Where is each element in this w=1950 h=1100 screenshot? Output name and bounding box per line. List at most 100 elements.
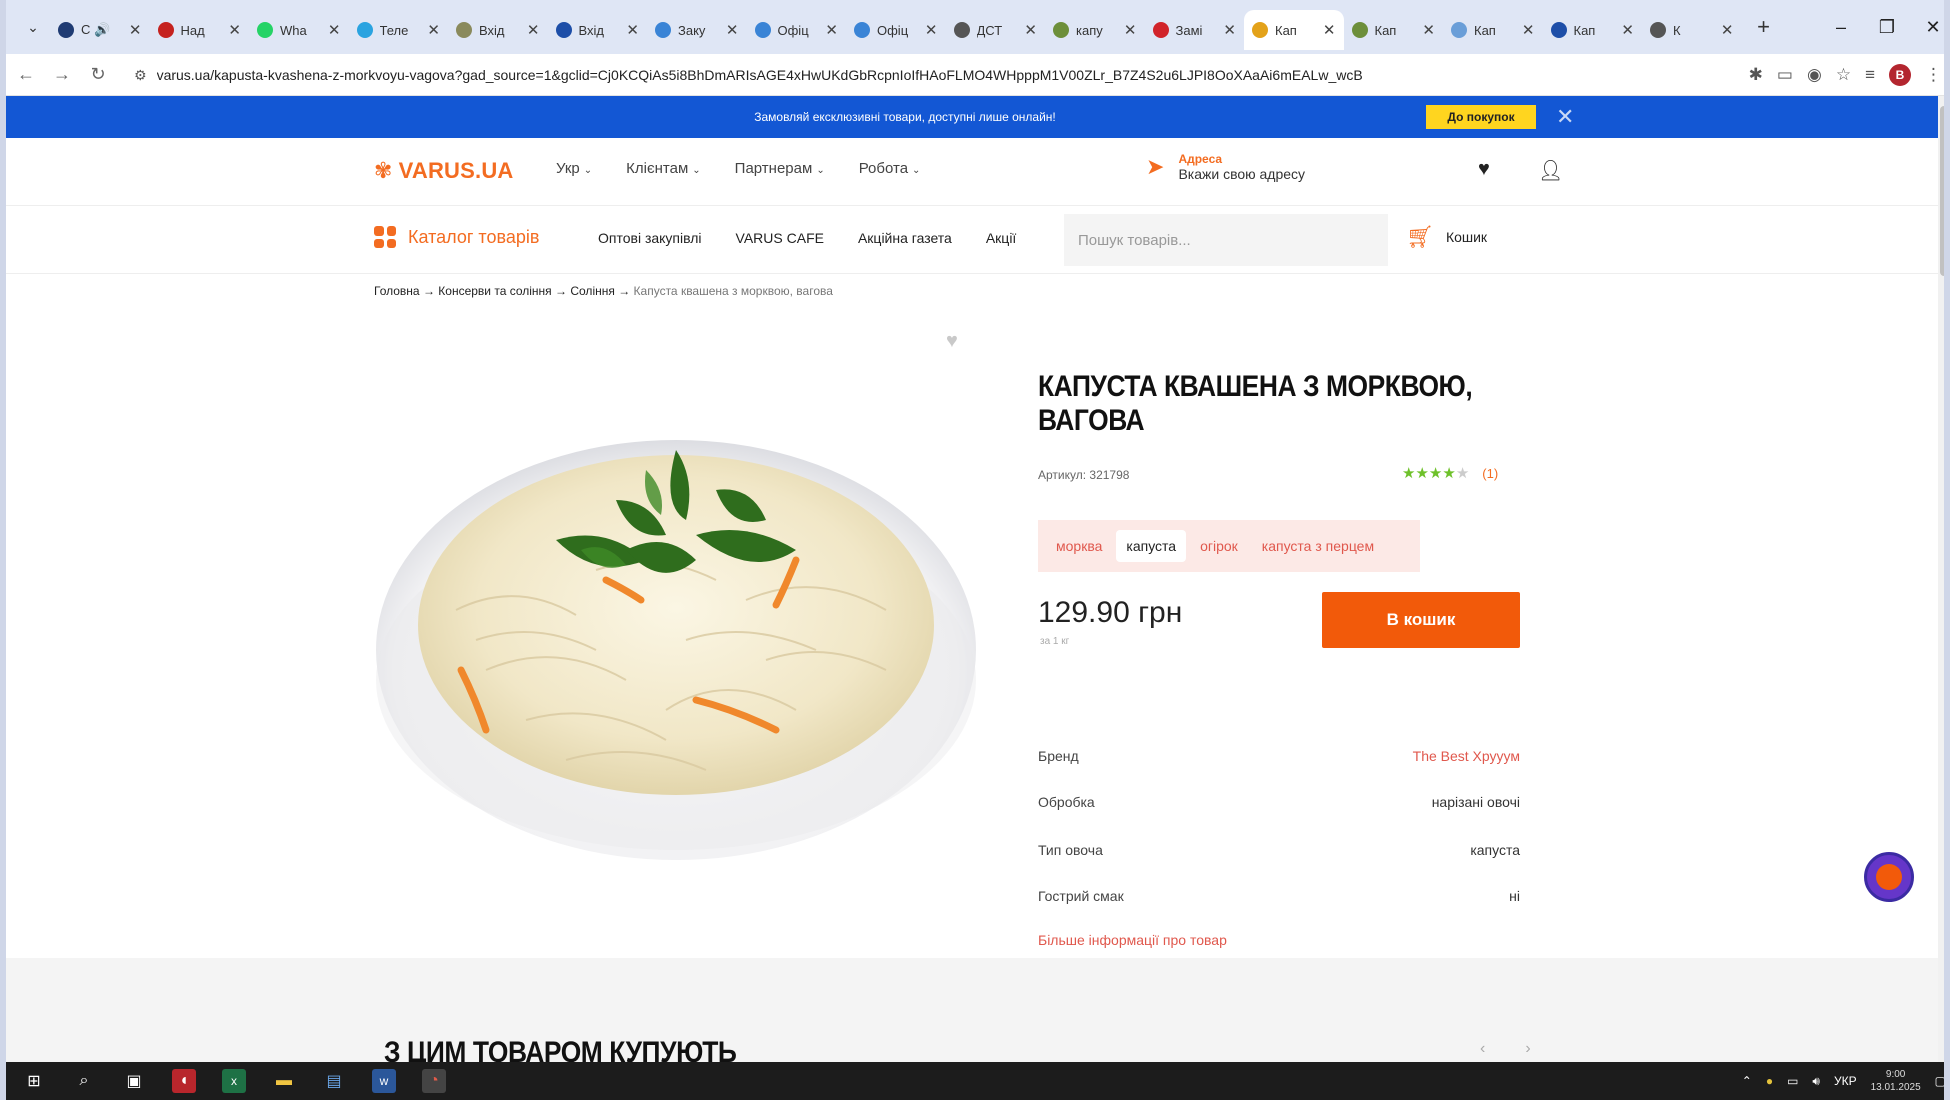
reload-icon[interactable]: ↻ [82,59,114,91]
cart-button[interactable]: 🛒︎ Кошик [1406,224,1487,250]
browser-tab[interactable]: Кап ✕ [1543,10,1643,50]
reading-list-icon[interactable]: ≡ [1865,65,1875,85]
tab-close-icon[interactable]: ✕ [1721,21,1734,39]
tab-close-icon[interactable]: ✕ [925,21,938,39]
menu-partners[interactable]: Партнерам ⌄ [735,160,825,177]
add-to-cart-button[interactable]: В кошик [1322,592,1520,648]
link-wholesale[interactable]: Оптові закупівлі [598,230,702,246]
browser-tab[interactable]: капу ✕ [1045,10,1145,50]
browser-tab[interactable]: Кап ✕ [1244,10,1344,50]
delivery-address[interactable]: ➤ Адреса Вкажи свою адресу [1146,152,1305,182]
link-varus-cafe[interactable]: VARUS CAFE [736,230,824,246]
back-icon[interactable]: ← [10,59,42,91]
tab-close-icon[interactable]: ✕ [726,21,739,39]
menu-clients[interactable]: Клієнтам ⌄ [626,160,701,177]
tab-close-icon[interactable]: ✕ [1422,21,1435,39]
slider-prev-icon[interactable]: ‹ [1480,1040,1485,1058]
link-promo-newspaper[interactable]: Акційна газета [858,230,952,246]
tab-close-icon[interactable]: ✕ [527,21,540,39]
tab-close-icon[interactable]: ✕ [1323,21,1336,39]
volume-icon[interactable]: 🔊︎ [1812,1074,1820,1089]
menu-language[interactable]: Укр ⌄ [556,160,592,177]
language-indicator[interactable]: УКР [1834,1074,1857,1088]
variant-option[interactable]: огірок [1190,530,1248,562]
url-text[interactable]: varus.ua/kapusta-kvashena-z-morkvoyu-vag… [157,67,1363,83]
browser-tab[interactable]: Кап ✕ [1443,10,1543,50]
browser-tab[interactable]: С 🔊 ✕ [50,10,150,50]
breadcrumb-pickles[interactable]: Соління [570,284,615,298]
tab-close-icon[interactable]: ✕ [1124,21,1137,39]
favorites-heart-icon[interactable]: ♥ [1478,158,1490,183]
spec-value[interactable]: The Best Хрууум [1413,748,1520,764]
notifications-icon[interactable]: ▢ [1935,1074,1944,1088]
clock[interactable]: 9:00 13.01.2025 [1871,1068,1921,1094]
search-input[interactable]: Пошук товарів... [1064,214,1388,266]
browser-tab[interactable]: Замі ✕ [1145,10,1245,50]
chrome-icon[interactable]: ◔ [422,1069,446,1093]
breadcrumb-home[interactable]: Головна [374,284,420,298]
word-icon[interactable]: w [372,1069,396,1093]
tab-close-icon[interactable]: ✕ [1024,21,1037,39]
search-icon[interactable]: ⌕ [72,1069,96,1093]
bookmark-star-icon[interactable]: ☆ [1836,65,1851,85]
browser-tab[interactable]: К ✕ [1642,10,1742,50]
tab-close-icon[interactable]: ✕ [129,21,142,39]
browser-tab[interactable]: Вхід ✕ [548,10,648,50]
task-view-icon[interactable]: ▣ [122,1069,146,1093]
browser-tab[interactable]: Кап ✕ [1344,10,1444,50]
promo-close-icon[interactable]: ✕ [1556,104,1574,130]
browser-tab[interactable]: Над ✕ [150,10,250,50]
window-close-button[interactable]: ✕ [1910,0,1944,54]
save-icon[interactable]: ▤ [322,1069,346,1093]
review-count[interactable]: (1) [1482,466,1498,481]
forward-icon[interactable]: → [46,59,78,91]
excel-icon[interactable]: x [222,1069,246,1093]
variant-option[interactable]: капуста [1116,530,1187,562]
catalog-button[interactable]: Каталог товарів [374,226,539,248]
link-promotions[interactable]: Акції [986,230,1016,246]
tab-close-icon[interactable]: ✕ [626,21,639,39]
page-scrollbar[interactable] [1938,96,1944,1064]
browser-tab[interactable]: Заку ✕ [647,10,747,50]
tab-close-icon[interactable]: ✕ [427,21,440,39]
browser-tab[interactable]: Wha ✕ [249,10,349,50]
chat-widget-button[interactable] [1864,852,1914,902]
product-rating[interactable]: ★★★★★ (1) [1402,464,1498,482]
browser-tab[interactable]: Вхід ✕ [448,10,548,50]
app-red-icon[interactable]: ◖ [172,1069,196,1093]
file-explorer-icon[interactable]: ▬ [272,1069,296,1093]
tray-expand-icon[interactable]: ⌃ [1742,1074,1752,1088]
tab-close-icon[interactable]: ✕ [228,21,241,39]
browser-menu-icon[interactable]: ⋮ [1925,65,1942,85]
menu-jobs[interactable]: Робота ⌄ [859,160,921,177]
extension-icon[interactable]: ✱ [1749,65,1763,85]
profile-avatar[interactable]: B [1889,64,1911,86]
browser-tab[interactable]: Офіц ✕ [747,10,847,50]
tab-close-icon[interactable]: ✕ [825,21,838,39]
new-tab-button[interactable]: + [1748,11,1780,43]
scrollbar-thumb[interactable] [1940,106,1944,276]
promo-shop-button[interactable]: До покупок [1426,105,1536,129]
browser-tab[interactable]: Теле ✕ [349,10,449,50]
cast-icon[interactable]: ▭ [1777,65,1793,85]
tab-close-icon[interactable]: ✕ [328,21,341,39]
browser-tab[interactable]: Офіц ✕ [846,10,946,50]
restore-button[interactable]: ❐ [1864,0,1910,54]
tab-close-icon[interactable]: ✕ [1522,21,1535,39]
browser-tab[interactable]: ДСТ ✕ [946,10,1046,50]
more-info-link[interactable]: Більше інформації про товар [1038,932,1227,948]
site-settings-icon[interactable]: ⚙ [134,67,147,84]
tray-app-icon[interactable]: ● [1766,1074,1773,1088]
add-to-favorites-icon[interactable]: ♥ [946,330,958,353]
variant-option[interactable]: морква [1046,530,1112,562]
start-icon[interactable]: ⊞ [22,1069,46,1093]
minimize-button[interactable]: – [1818,0,1864,54]
site-logo[interactable]: ✾ VARUS.UA [374,158,514,184]
tab-search-icon[interactable]: ⌄ [16,10,50,44]
tab-close-icon[interactable]: ✕ [1223,21,1236,39]
omnibox[interactable]: ⚙ varus.ua/kapusta-kvashena-z-morkvoyu-v… [134,58,1694,92]
slider-next-icon[interactable]: › [1525,1040,1530,1058]
tab-close-icon[interactable]: ✕ [1621,21,1634,39]
user-account-icon[interactable]: 👤︎ [1538,158,1563,183]
breadcrumb-canned[interactable]: Консерви та соління [438,284,551,298]
